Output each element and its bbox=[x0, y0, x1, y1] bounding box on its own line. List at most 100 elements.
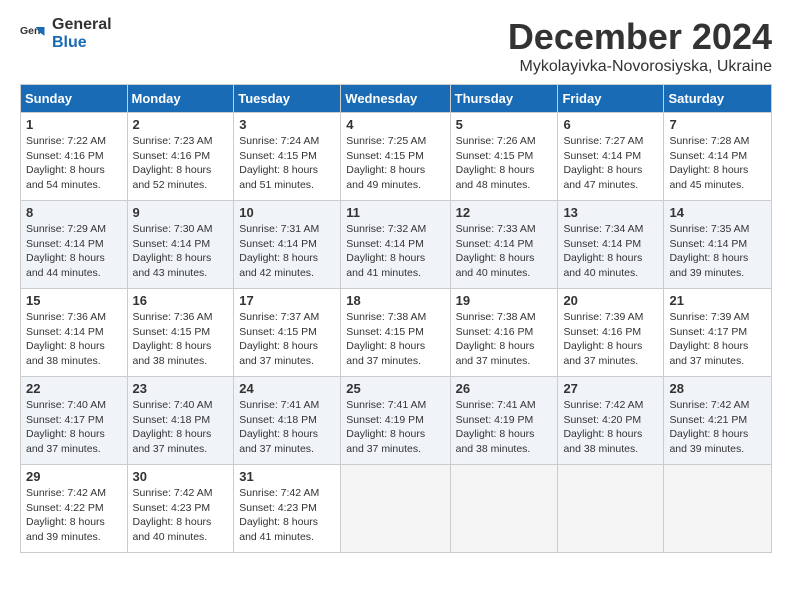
day-info: Sunrise: 7:29 AMSunset: 4:14 PMDaylight:… bbox=[26, 223, 106, 279]
day-number: 2 bbox=[133, 117, 229, 132]
day-number: 21 bbox=[669, 293, 766, 308]
calendar-cell: 21 Sunrise: 7:39 AMSunset: 4:17 PMDaylig… bbox=[664, 289, 772, 377]
day-number: 4 bbox=[346, 117, 444, 132]
header: Gen General Blue December 2024 Mykolayiv… bbox=[20, 16, 772, 76]
calendar-cell: 11 Sunrise: 7:32 AMSunset: 4:14 PMDaylig… bbox=[341, 201, 450, 289]
day-info: Sunrise: 7:35 AMSunset: 4:14 PMDaylight:… bbox=[669, 223, 749, 279]
day-info: Sunrise: 7:36 AMSunset: 4:15 PMDaylight:… bbox=[133, 311, 213, 367]
month-title: December 2024 bbox=[508, 16, 772, 58]
location-title: Mykolayivka-Novorosiyska, Ukraine bbox=[508, 58, 772, 76]
calendar-cell bbox=[450, 465, 558, 553]
day-number: 12 bbox=[456, 205, 553, 220]
day-number: 10 bbox=[239, 205, 335, 220]
logo-text: General Blue bbox=[52, 16, 112, 51]
day-info: Sunrise: 7:39 AMSunset: 4:16 PMDaylight:… bbox=[563, 311, 643, 367]
weekday-header: Sunday bbox=[21, 85, 128, 113]
day-info: Sunrise: 7:37 AMSunset: 4:15 PMDaylight:… bbox=[239, 311, 319, 367]
logo-general: General bbox=[52, 16, 112, 34]
calendar-cell: 30 Sunrise: 7:42 AMSunset: 4:23 PMDaylig… bbox=[127, 465, 234, 553]
day-info: Sunrise: 7:30 AMSunset: 4:14 PMDaylight:… bbox=[133, 223, 213, 279]
calendar-cell: 25 Sunrise: 7:41 AMSunset: 4:19 PMDaylig… bbox=[341, 377, 450, 465]
day-number: 5 bbox=[456, 117, 553, 132]
calendar-week-row: 1 Sunrise: 7:22 AMSunset: 4:16 PMDayligh… bbox=[21, 113, 772, 201]
day-number: 16 bbox=[133, 293, 229, 308]
day-info: Sunrise: 7:42 AMSunset: 4:22 PMDaylight:… bbox=[26, 487, 106, 543]
day-number: 27 bbox=[563, 381, 658, 396]
day-number: 15 bbox=[26, 293, 122, 308]
calendar-week-row: 8 Sunrise: 7:29 AMSunset: 4:14 PMDayligh… bbox=[21, 201, 772, 289]
calendar-cell: 3 Sunrise: 7:24 AMSunset: 4:15 PMDayligh… bbox=[234, 113, 341, 201]
weekday-header: Wednesday bbox=[341, 85, 450, 113]
day-info: Sunrise: 7:31 AMSunset: 4:14 PMDaylight:… bbox=[239, 223, 319, 279]
day-info: Sunrise: 7:24 AMSunset: 4:15 PMDaylight:… bbox=[239, 135, 319, 191]
calendar-cell: 29 Sunrise: 7:42 AMSunset: 4:22 PMDaylig… bbox=[21, 465, 128, 553]
calendar-cell: 7 Sunrise: 7:28 AMSunset: 4:14 PMDayligh… bbox=[664, 113, 772, 201]
day-number: 25 bbox=[346, 381, 444, 396]
day-info: Sunrise: 7:38 AMSunset: 4:15 PMDaylight:… bbox=[346, 311, 426, 367]
day-number: 8 bbox=[26, 205, 122, 220]
day-info: Sunrise: 7:42 AMSunset: 4:23 PMDaylight:… bbox=[239, 487, 319, 543]
calendar-cell: 4 Sunrise: 7:25 AMSunset: 4:15 PMDayligh… bbox=[341, 113, 450, 201]
day-number: 13 bbox=[563, 205, 658, 220]
calendar-week-row: 29 Sunrise: 7:42 AMSunset: 4:22 PMDaylig… bbox=[21, 465, 772, 553]
day-number: 3 bbox=[239, 117, 335, 132]
calendar-week-row: 15 Sunrise: 7:36 AMSunset: 4:14 PMDaylig… bbox=[21, 289, 772, 377]
calendar-cell: 23 Sunrise: 7:40 AMSunset: 4:18 PMDaylig… bbox=[127, 377, 234, 465]
calendar-week-row: 22 Sunrise: 7:40 AMSunset: 4:17 PMDaylig… bbox=[21, 377, 772, 465]
day-info: Sunrise: 7:41 AMSunset: 4:18 PMDaylight:… bbox=[239, 399, 319, 455]
calendar-cell: 26 Sunrise: 7:41 AMSunset: 4:19 PMDaylig… bbox=[450, 377, 558, 465]
calendar-cell: 5 Sunrise: 7:26 AMSunset: 4:15 PMDayligh… bbox=[450, 113, 558, 201]
day-info: Sunrise: 7:41 AMSunset: 4:19 PMDaylight:… bbox=[346, 399, 426, 455]
calendar-cell bbox=[341, 465, 450, 553]
calendar-cell: 27 Sunrise: 7:42 AMSunset: 4:20 PMDaylig… bbox=[558, 377, 664, 465]
day-number: 18 bbox=[346, 293, 444, 308]
day-number: 28 bbox=[669, 381, 766, 396]
calendar-cell: 2 Sunrise: 7:23 AMSunset: 4:16 PMDayligh… bbox=[127, 113, 234, 201]
weekday-header: Monday bbox=[127, 85, 234, 113]
day-info: Sunrise: 7:33 AMSunset: 4:14 PMDaylight:… bbox=[456, 223, 536, 279]
day-info: Sunrise: 7:34 AMSunset: 4:14 PMDaylight:… bbox=[563, 223, 643, 279]
day-number: 26 bbox=[456, 381, 553, 396]
calendar-cell: 13 Sunrise: 7:34 AMSunset: 4:14 PMDaylig… bbox=[558, 201, 664, 289]
calendar-cell: 10 Sunrise: 7:31 AMSunset: 4:14 PMDaylig… bbox=[234, 201, 341, 289]
day-info: Sunrise: 7:40 AMSunset: 4:17 PMDaylight:… bbox=[26, 399, 106, 455]
day-info: Sunrise: 7:32 AMSunset: 4:14 PMDaylight:… bbox=[346, 223, 426, 279]
day-number: 29 bbox=[26, 469, 122, 484]
weekday-header: Thursday bbox=[450, 85, 558, 113]
calendar-cell: 12 Sunrise: 7:33 AMSunset: 4:14 PMDaylig… bbox=[450, 201, 558, 289]
title-area: December 2024 Mykolayivka-Novorosiyska, … bbox=[508, 16, 772, 76]
day-number: 17 bbox=[239, 293, 335, 308]
day-info: Sunrise: 7:22 AMSunset: 4:16 PMDaylight:… bbox=[26, 135, 106, 191]
calendar-cell: 31 Sunrise: 7:42 AMSunset: 4:23 PMDaylig… bbox=[234, 465, 341, 553]
day-info: Sunrise: 7:36 AMSunset: 4:14 PMDaylight:… bbox=[26, 311, 106, 367]
day-number: 23 bbox=[133, 381, 229, 396]
svg-text:Gen: Gen bbox=[20, 25, 40, 37]
calendar-cell bbox=[664, 465, 772, 553]
logo: Gen General Blue bbox=[20, 16, 112, 51]
day-number: 19 bbox=[456, 293, 553, 308]
calendar-cell: 8 Sunrise: 7:29 AMSunset: 4:14 PMDayligh… bbox=[21, 201, 128, 289]
day-number: 20 bbox=[563, 293, 658, 308]
day-number: 24 bbox=[239, 381, 335, 396]
logo-blue: Blue bbox=[52, 34, 112, 52]
calendar-cell: 15 Sunrise: 7:36 AMSunset: 4:14 PMDaylig… bbox=[21, 289, 128, 377]
day-info: Sunrise: 7:38 AMSunset: 4:16 PMDaylight:… bbox=[456, 311, 536, 367]
day-number: 11 bbox=[346, 205, 444, 220]
day-info: Sunrise: 7:39 AMSunset: 4:17 PMDaylight:… bbox=[669, 311, 749, 367]
calendar-cell: 16 Sunrise: 7:36 AMSunset: 4:15 PMDaylig… bbox=[127, 289, 234, 377]
day-info: Sunrise: 7:25 AMSunset: 4:15 PMDaylight:… bbox=[346, 135, 426, 191]
day-info: Sunrise: 7:40 AMSunset: 4:18 PMDaylight:… bbox=[133, 399, 213, 455]
day-number: 22 bbox=[26, 381, 122, 396]
calendar-cell: 17 Sunrise: 7:37 AMSunset: 4:15 PMDaylig… bbox=[234, 289, 341, 377]
calendar-cell: 19 Sunrise: 7:38 AMSunset: 4:16 PMDaylig… bbox=[450, 289, 558, 377]
calendar-cell: 28 Sunrise: 7:42 AMSunset: 4:21 PMDaylig… bbox=[664, 377, 772, 465]
day-number: 14 bbox=[669, 205, 766, 220]
calendar-cell: 9 Sunrise: 7:30 AMSunset: 4:14 PMDayligh… bbox=[127, 201, 234, 289]
day-info: Sunrise: 7:42 AMSunset: 4:20 PMDaylight:… bbox=[563, 399, 643, 455]
calendar-cell: 1 Sunrise: 7:22 AMSunset: 4:16 PMDayligh… bbox=[21, 113, 128, 201]
day-number: 31 bbox=[239, 469, 335, 484]
day-number: 6 bbox=[563, 117, 658, 132]
calendar-cell: 24 Sunrise: 7:41 AMSunset: 4:18 PMDaylig… bbox=[234, 377, 341, 465]
day-info: Sunrise: 7:23 AMSunset: 4:16 PMDaylight:… bbox=[133, 135, 213, 191]
calendar-cell: 20 Sunrise: 7:39 AMSunset: 4:16 PMDaylig… bbox=[558, 289, 664, 377]
